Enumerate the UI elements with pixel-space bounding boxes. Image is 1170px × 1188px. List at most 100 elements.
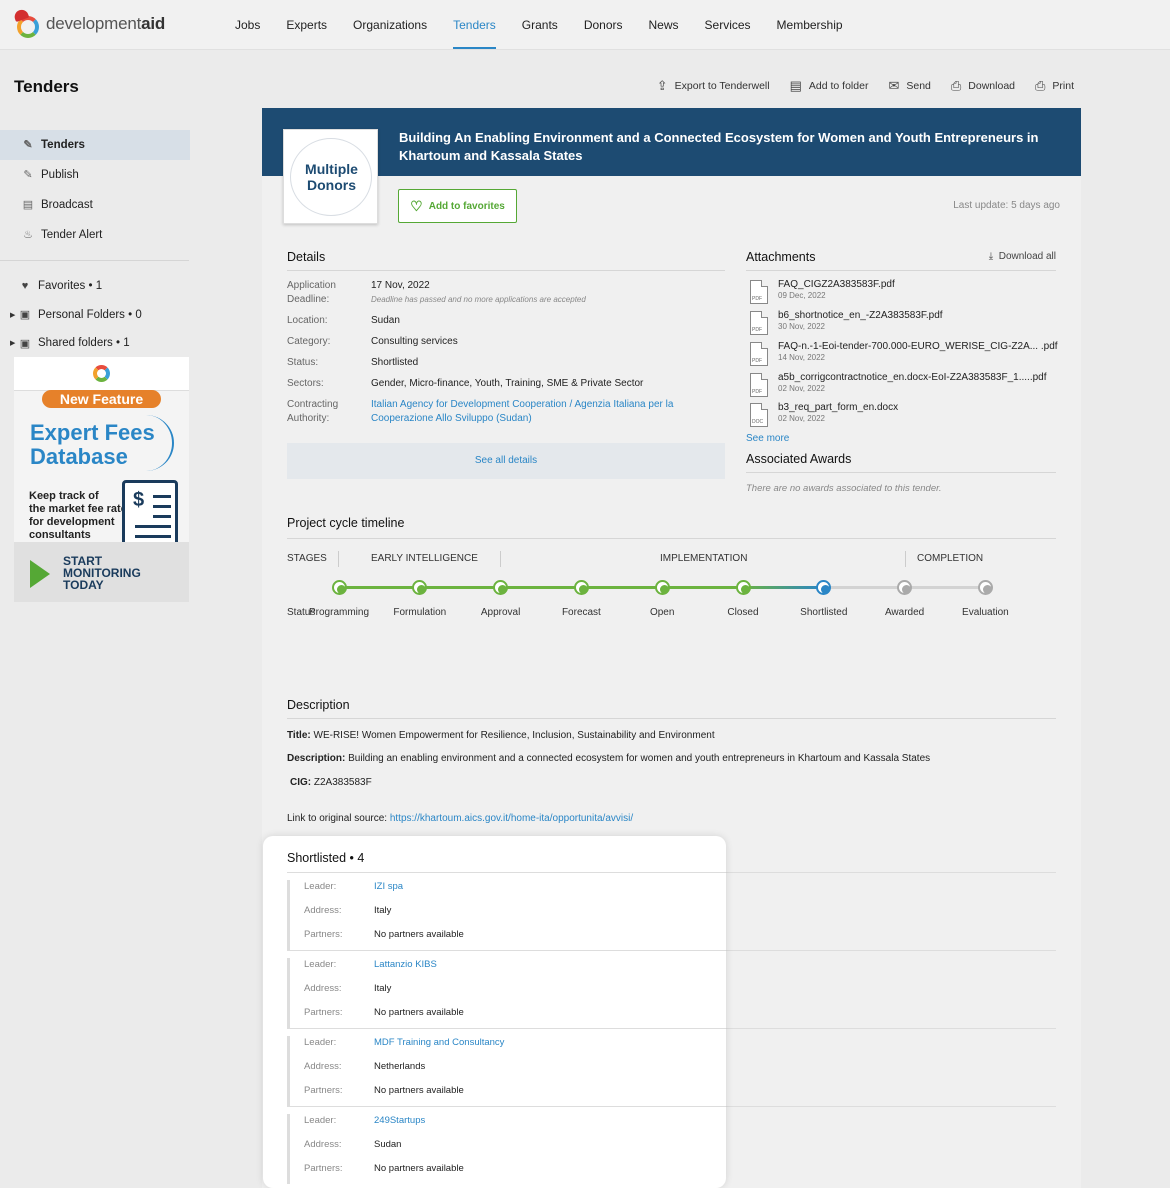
folder-icon: ▤ [789,78,802,93]
pencil-icon: ✎ [23,169,33,181]
sidebar-divider [0,260,189,261]
description-cig: CIG: Z2A383583F [290,777,372,788]
attachment-item[interactable]: DOC b3_req_part_form_en.docx 02 Nov, 2022 [747,402,1057,432]
logo-icon [93,365,110,382]
expert-fees-promo-banner[interactable]: New Feature Expert Fees Database Keep tra… [14,357,189,602]
sidebar-item-broadcast[interactable]: ▤ Broadcast [0,190,190,220]
add-to-folder-button[interactable]: ▤ Add to folder [790,78,869,94]
heart-icon: ♥ [21,280,29,293]
attachment-item[interactable]: PDF b6_shortnotice_en_-Z2A383583F.pdf 30 N… [747,310,1057,340]
original-source: Link to original source: https://khartou… [287,813,634,824]
folder-label: Shared folders • 1 [38,337,130,350]
developmentaid-logo[interactable]: developmentaid [12,7,166,38]
nav-tenders[interactable]: Tenders [440,0,509,50]
last-update: Last update: 5 days ago [953,200,1060,211]
person-folder-icon: ▣ [19,309,31,322]
caret-right-icon[interactable]: ▶ [10,339,18,347]
nav-donors[interactable]: Donors [571,0,636,50]
timeline-heading: Project cycle timeline [287,516,405,530]
download-button[interactable]: ⎙ Download [951,78,1015,94]
description-title: Title: WE-RISE! Women Empowerment for Re… [287,730,715,741]
export-to-tenderwell-button[interactable]: ⇪ Export to Tenderwell [657,78,770,94]
attachment-item[interactable]: PDF a5b_corrigcontractnotice_en.docx-EoI-… [747,372,1057,402]
timeline-dot-open [654,580,670,595]
sidebar-item-publish[interactable]: ✎ Publish [0,160,190,190]
tender-toolbar: ⇪ Export to Tenderwell ▤ Add to folder ✉ Se… [637,78,1074,94]
sidebar-item-label: Broadcast [41,199,93,211]
mail-icon: ✉ [888,78,900,93]
timeline-step-label: Forecast [561,607,601,618]
shortlisted-entry: Leader: Lattanzio KIBS Address: Italy Part… [287,958,726,1028]
nav-organizations[interactable]: Organizations [340,0,440,50]
folder-favorites[interactable]: ♥ Favorites • 1 [0,272,190,301]
stage-early-intelligence: EARLY INTELLIGENCE [371,553,478,564]
stages-label: STAGES [287,553,327,564]
pdf-file-icon: PDF [750,373,768,397]
sidebar-item-label: Tenders [41,139,85,151]
pdf-file-icon: PDF [750,342,768,366]
nav-jobs[interactable]: Jobs [222,0,273,50]
description-heading: Description [287,698,350,712]
logo-icon [12,7,42,38]
timeline-step-label: Open [649,607,675,618]
nav-membership[interactable]: Membership [764,0,856,50]
download-icon: ⤓ [988,251,999,262]
awards-heading: Associated Awards [746,452,852,466]
leader-link[interactable]: MDF Training and Consultancy [374,1037,504,1048]
sidebar-item-tender-alert[interactable]: ♨ Tender Alert [0,220,190,250]
download-all-button[interactable]: ⤓ Download all [989,251,1056,262]
broadcast-icon: ▤ [22,199,34,211]
edit-icon: ✎ [23,139,33,151]
timeline-dot-forecast [573,580,589,595]
sidebar-menu: ✎ Tenders ✎ Publish ▤ Broadcast ♨ Tender Ale… [0,130,190,250]
original-source-link[interactable]: https://khartoum.aics.gov.it/home-ita/op… [390,813,633,824]
timeline-step-label: Awarded [884,607,925,618]
heart-outline-icon: ♡ [410,197,423,214]
send-button[interactable]: ✉ Send [888,78,930,94]
attachment-item[interactable]: PDF FAQ_CIGZ2A383583F.pdf 09 Dec, 2022 [747,279,1057,309]
timeline-step-label: Shortlisted [800,607,848,618]
nav-news[interactable]: News [636,0,692,50]
sidebar-item-tenders[interactable]: ✎ Tenders [0,130,190,160]
timeline-step-label: Closed [727,607,759,618]
logo-text: developmentaid [46,14,166,33]
start-monitoring-cta[interactable]: START MONITORING TODAY [14,542,189,602]
nav-experts[interactable]: Experts [273,0,340,50]
play-icon [30,560,50,588]
caret-right-icon[interactable]: ▶ [10,311,18,319]
attachments-heading: Attachments [746,250,816,264]
timeline-dot-awarded [897,580,913,595]
add-to-favorites-button[interactable]: ♡ Add to favorites [398,189,517,223]
folder-shared[interactable]: ▶ ▣ Shared folders • 1 [0,329,190,358]
shortlisted-entry: Leader: IZI spa Address: Italy Partners: No… [287,880,726,950]
contracting-authority-link[interactable]: Italian Agency for Development Cooperati… [371,398,701,426]
shortlisted-heading: Shortlisted • 4 [287,851,365,865]
nav-services[interactable]: Services [692,0,764,50]
timeline-step-label: Formulation [393,607,447,618]
attachment-item[interactable]: PDF FAQ-n.-1-Eoi-tender-700.000-EURO_WERI… [747,341,1058,371]
folder-personal[interactable]: ▶ ▣ Personal Folders • 0 [0,301,190,330]
leader-link[interactable]: 249Startups [374,1115,425,1126]
see-more-attachments-link[interactable]: See more [746,433,789,444]
main-menu: Jobs Experts Organizations Tenders Grant… [222,0,856,50]
timeline-step-label: Programming [308,607,370,618]
export-icon: ⇪ [656,78,668,93]
nav-grants[interactable]: Grants [509,0,571,50]
promo-text: Keep track of the market fee rate for deve… [29,490,127,541]
stage-implementation: IMPLEMENTATION [660,553,748,564]
timeline-step-label: Approval [480,607,521,618]
print-button[interactable]: ⎙ Print [1035,78,1074,94]
invoice-icon: $ [122,480,178,546]
top-navigation: developmentaid Jobs Experts Organization… [0,0,1170,50]
shortlisted-panel: Shortlisted • 4 Leader: IZI spa Address: I… [263,836,726,1188]
see-all-details-button[interactable]: See all details [287,443,725,479]
folder-label: Favorites • 1 [38,280,103,293]
print-icon: ⎙ [1035,78,1046,93]
folder-label: Personal Folders • 0 [38,308,142,321]
timeline-dot-approval [493,580,509,595]
leader-link[interactable]: Lattanzio KIBS [374,959,437,970]
new-feature-badge: New Feature [42,390,161,408]
leader-link[interactable]: IZI spa [374,881,403,892]
tender-header: Building An Enabling Environment and a C… [262,108,1081,176]
doc-file-icon: DOC [750,403,768,427]
